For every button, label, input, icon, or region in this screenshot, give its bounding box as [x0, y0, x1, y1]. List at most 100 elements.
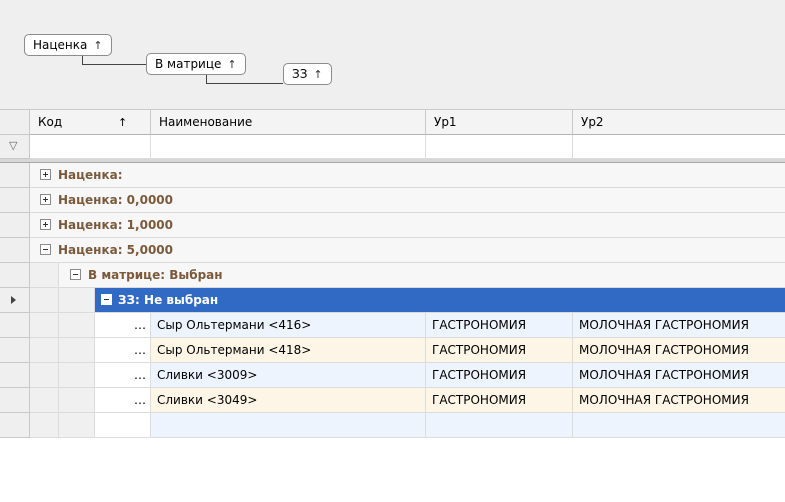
filter-indicator: ▽ [0, 135, 30, 159]
group-indent [59, 313, 95, 338]
group-row[interactable]: Наценка: 0,0000 [0, 188, 785, 213]
row-indicator [0, 213, 30, 238]
filter-row: ▽ [0, 135, 785, 159]
group-indent [59, 388, 95, 413]
name-cell[interactable] [151, 413, 426, 438]
group-connector [82, 56, 146, 65]
group-chip-markup[interactable]: Наценка ↑ [24, 34, 112, 56]
ur1-cell[interactable]: ГАСТРОНОМИЯ [426, 388, 573, 413]
name-cell[interactable]: Сливки <3049> [151, 388, 426, 413]
funnel-icon: ▽ [9, 139, 18, 152]
code-cell[interactable]: … [95, 313, 151, 338]
filter-cell-code[interactable] [30, 135, 151, 159]
group-row-label: Наценка: 1,0000 [58, 218, 173, 232]
filter-cell-name[interactable] [151, 135, 426, 159]
expand-icon[interactable] [40, 219, 51, 230]
group-indent [30, 313, 59, 338]
group-row-label: Наценка: 5,0000 [58, 243, 173, 257]
group-chip-zz[interactable]: ЗЗ ↑ [283, 63, 332, 85]
ur2-cell[interactable]: МОЛОЧНАЯ ГАСТРОНОМИЯ [573, 313, 785, 338]
group-row-content: ЗЗ: Не выбран [95, 288, 785, 313]
row-indicator [0, 288, 30, 313]
current-row-arrow-icon [11, 296, 16, 304]
group-by-panel: Наценка ↑ В матрице ↑ ЗЗ ↑ [0, 0, 785, 110]
group-indent [59, 363, 95, 388]
collapse-icon[interactable] [40, 244, 51, 255]
group-indent [30, 363, 59, 388]
row-indicator [0, 238, 30, 263]
ur1-cell[interactable]: ГАСТРОНОМИЯ [426, 363, 573, 388]
group-chip-label: Наценка [33, 38, 88, 52]
ur1-cell[interactable]: ГАСТРОНОМИЯ [426, 313, 573, 338]
column-header-ur1[interactable]: Ур1 [426, 110, 573, 135]
group-row-content: Наценка: 0,0000 [30, 188, 785, 213]
row-indicator [0, 413, 30, 438]
group-indent [30, 388, 59, 413]
ur1-cell[interactable] [426, 413, 573, 438]
group-indent [59, 413, 95, 438]
row-indicator [0, 188, 30, 213]
group-indent [30, 288, 59, 313]
column-header-row: Код ↑ Наименование Ур1 Ур2 [0, 110, 785, 135]
group-row-label: ЗЗ: Не выбран [118, 293, 219, 307]
code-cell[interactable]: … [95, 363, 151, 388]
code-cell[interactable]: … [95, 338, 151, 363]
group-indent [30, 413, 59, 438]
code-cell[interactable] [95, 413, 151, 438]
group-row-label: В матрице: Выбран [88, 268, 223, 282]
sort-asc-icon: ↑ [93, 39, 103, 52]
column-header-ur2[interactable]: Ур2 [573, 110, 785, 135]
table-row[interactable]: … Сыр Ольтермани <418> ГАСТРОНОМИЯ МОЛОЧ… [0, 338, 785, 363]
group-row-content: Наценка: [30, 163, 785, 188]
row-indicator [0, 338, 30, 363]
expand-icon[interactable] [40, 194, 51, 205]
table-row[interactable] [0, 413, 785, 438]
sort-asc-icon: ↑ [227, 58, 237, 71]
expand-icon[interactable] [40, 169, 51, 180]
row-indicator [0, 313, 30, 338]
group-connector [206, 75, 283, 84]
column-header-code[interactable]: Код ↑ [30, 110, 151, 135]
data-grid: Код ↑ Наименование Ур1 Ур2 ▽ Наценка: На… [0, 110, 785, 502]
group-chip-label: В матрице [155, 57, 222, 71]
group-row-selected[interactable]: ЗЗ: Не выбран [0, 288, 785, 313]
ur2-cell[interactable]: МОЛОЧНАЯ ГАСТРОНОМИЯ [573, 338, 785, 363]
code-cell[interactable]: … [95, 388, 151, 413]
sort-asc-icon: ↑ [313, 68, 323, 81]
group-row-content: Наценка: 1,0000 [30, 213, 785, 238]
group-indent [59, 338, 95, 363]
filter-cell-ur1[interactable] [426, 135, 573, 159]
group-chip-label: ЗЗ [292, 67, 308, 81]
group-row[interactable]: Наценка: 1,0000 [0, 213, 785, 238]
column-header-name[interactable]: Наименование [151, 110, 426, 135]
collapse-icon[interactable] [70, 269, 81, 280]
name-cell[interactable]: Сыр Ольтермани <416> [151, 313, 426, 338]
table-row[interactable]: … Сливки <3009> ГАСТРОНОМИЯ МОЛОЧНАЯ ГАС… [0, 363, 785, 388]
group-indent [59, 288, 95, 313]
name-cell[interactable]: Сливки <3009> [151, 363, 426, 388]
row-indicator [0, 363, 30, 388]
sort-asc-icon: ↑ [118, 116, 128, 129]
group-row[interactable]: Наценка: [0, 163, 785, 188]
collapse-icon[interactable] [101, 294, 112, 305]
ur1-cell[interactable]: ГАСТРОНОМИЯ [426, 338, 573, 363]
group-row-content: Наценка: 5,0000 [30, 238, 785, 263]
header-indicator [0, 110, 30, 135]
row-indicator [0, 263, 30, 288]
filter-cell-ur2[interactable] [573, 135, 785, 159]
group-chip-in-matrix[interactable]: В матрице ↑ [146, 53, 246, 75]
group-row-label: Наценка: [58, 168, 123, 182]
group-row-label: Наценка: 0,0000 [58, 193, 173, 207]
ur2-cell[interactable]: МОЛОЧНАЯ ГАСТРОНОМИЯ [573, 363, 785, 388]
group-row-content: В матрице: Выбран [59, 263, 785, 288]
ur2-cell[interactable]: МОЛОЧНАЯ ГАСТРОНОМИЯ [573, 388, 785, 413]
group-row[interactable]: Наценка: 5,0000 [0, 238, 785, 263]
group-row[interactable]: В матрице: Выбран [0, 263, 785, 288]
group-indent [30, 263, 59, 288]
ur2-cell[interactable] [573, 413, 785, 438]
row-indicator [0, 388, 30, 413]
table-row[interactable]: … Сливки <3049> ГАСТРОНОМИЯ МОЛОЧНАЯ ГАС… [0, 388, 785, 413]
table-row[interactable]: … Сыр Ольтермани <416> ГАСТРОНОМИЯ МОЛОЧ… [0, 313, 785, 338]
row-indicator [0, 163, 30, 188]
name-cell[interactable]: Сыр Ольтермани <418> [151, 338, 426, 363]
